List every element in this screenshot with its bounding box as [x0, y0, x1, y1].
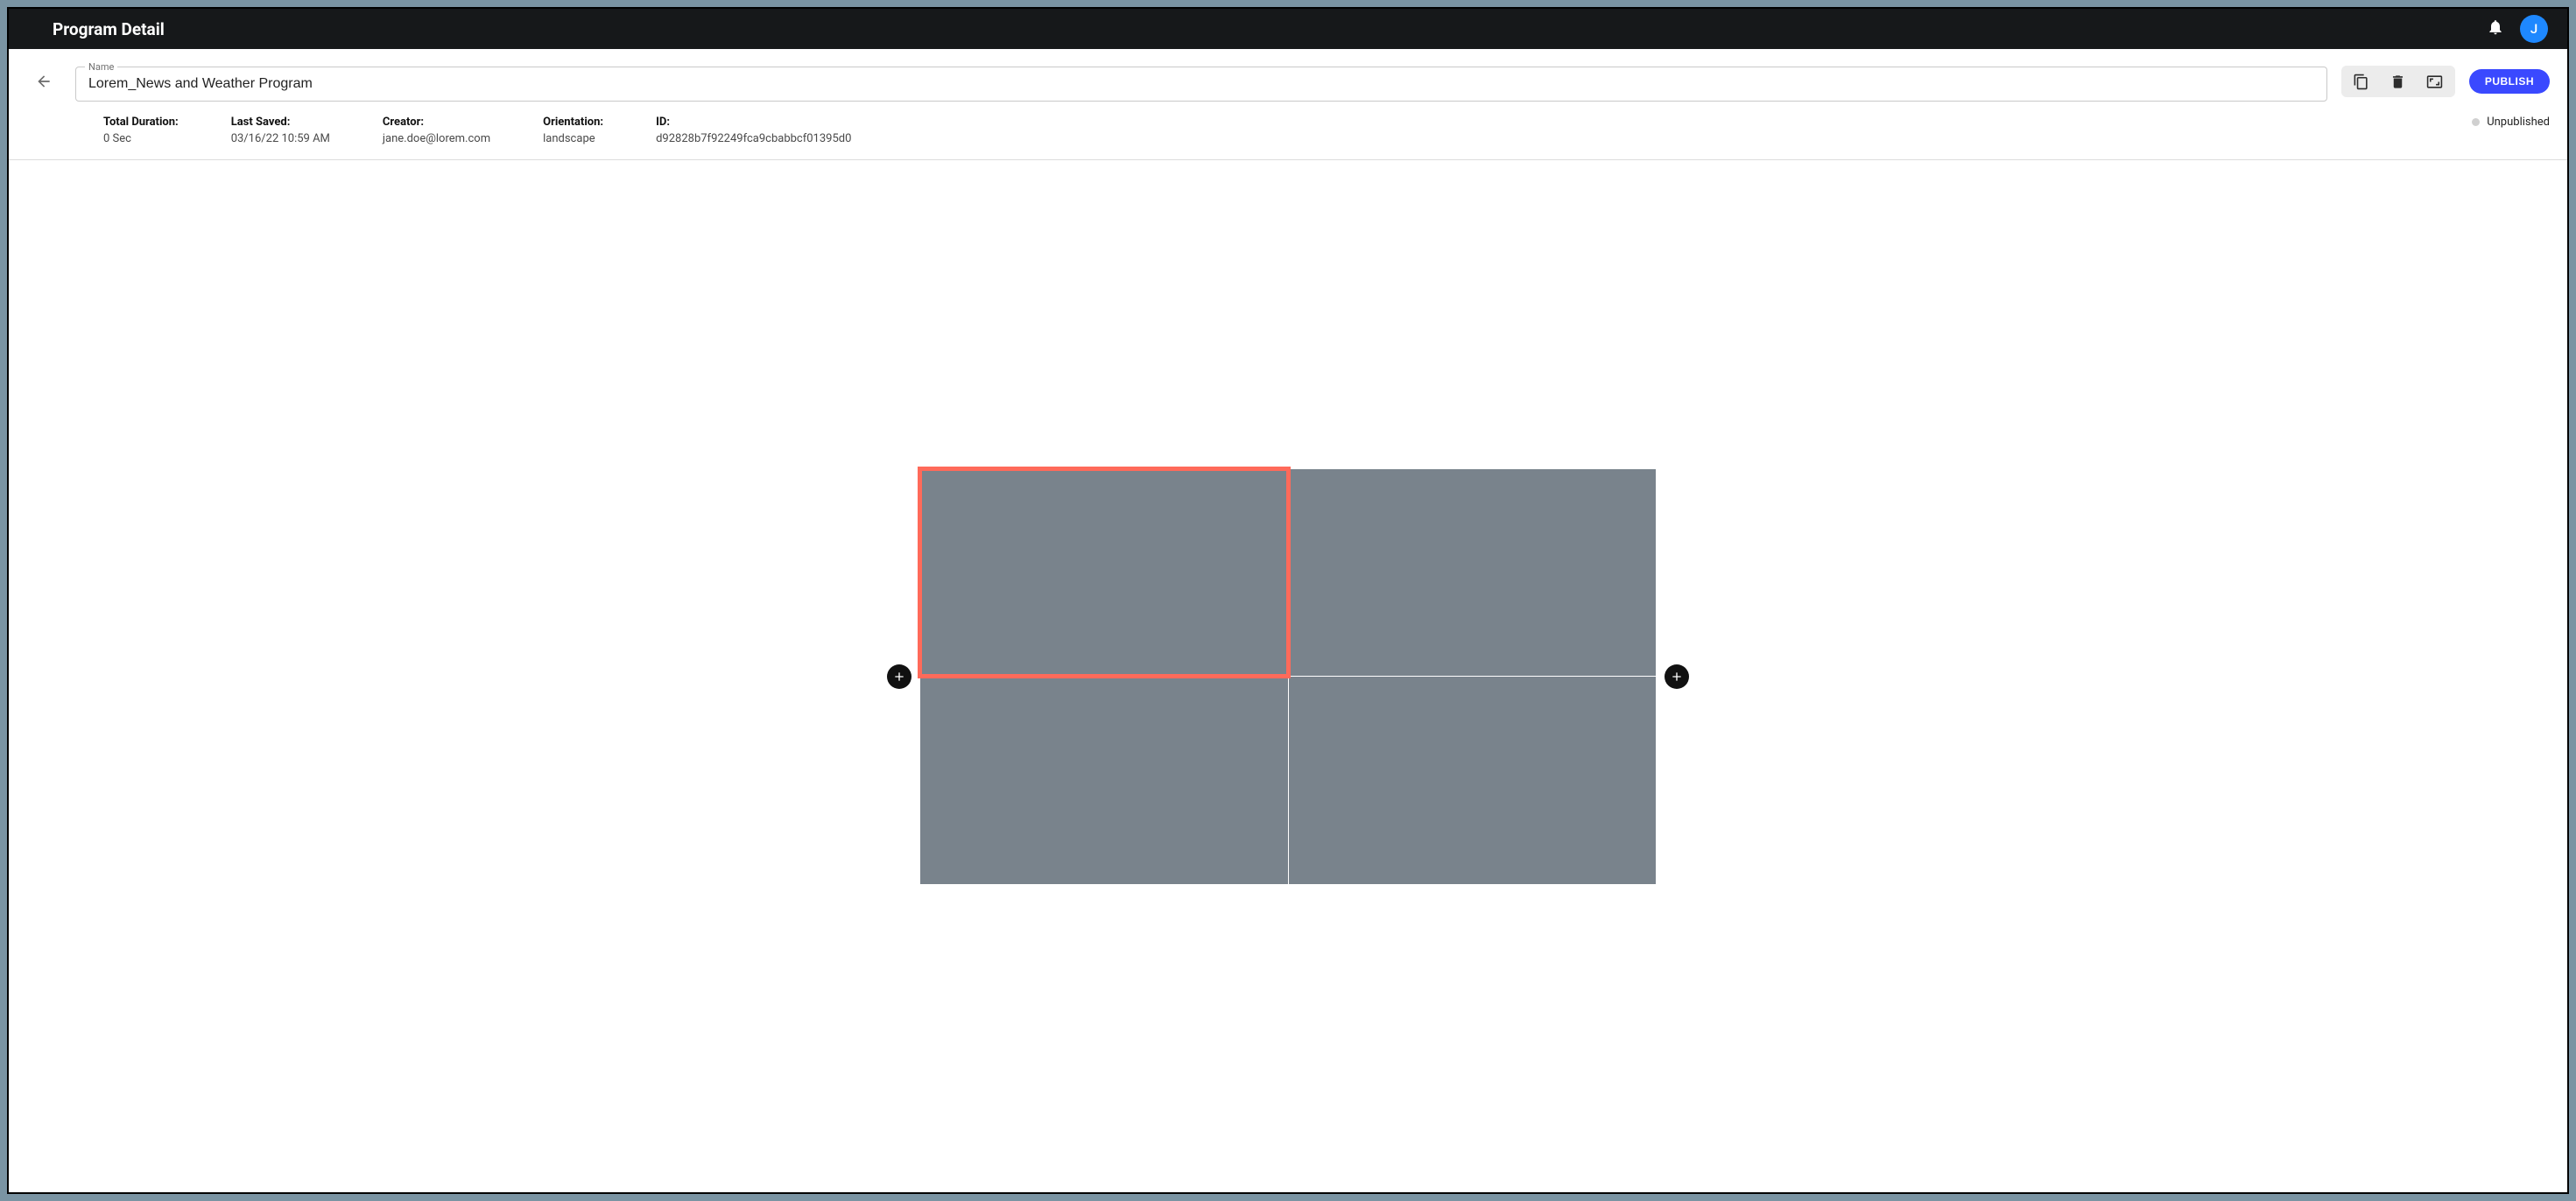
meta-label: Orientation:	[543, 116, 603, 129]
action-button-group	[2341, 66, 2455, 97]
avatar[interactable]: J	[2520, 15, 2548, 43]
aspect-ratio-button[interactable]	[2417, 67, 2453, 95]
status-dot-icon	[2472, 118, 2480, 126]
meta-value: d92828b7f92249fca9cbabbcf01395d0	[656, 132, 851, 145]
meta-value: 0 Sec	[103, 132, 179, 145]
add-right-button[interactable]	[1665, 664, 1689, 689]
publish-button[interactable]: PUBLISH	[2469, 69, 2550, 94]
app-window: Program Detail J Name	[7, 7, 2569, 1194]
notifications-icon[interactable]	[2487, 18, 2504, 39]
meta-last-saved: Last Saved: 03/16/22 10:59 AM	[231, 116, 330, 145]
page-title: Program Detail	[53, 19, 165, 39]
meta-label: ID:	[656, 116, 851, 129]
meta-total-duration: Total Duration: 0 Sec	[103, 116, 179, 145]
layout-grid	[920, 469, 1656, 884]
canvas-wrapper	[920, 469, 1656, 884]
meta-value: landscape	[543, 132, 603, 145]
name-input[interactable]	[76, 73, 2326, 101]
copy-button[interactable]	[2343, 67, 2380, 95]
meta-orientation: Orientation: landscape	[543, 116, 603, 145]
add-left-button[interactable]	[887, 664, 911, 689]
publish-status: Unpublished	[2472, 116, 2550, 129]
canvas-area	[9, 160, 2567, 1192]
meta-label: Last Saved:	[231, 116, 330, 129]
grid-cell-2[interactable]	[920, 677, 1288, 884]
name-field-label: Name	[85, 61, 117, 73]
back-button[interactable]	[26, 64, 61, 99]
grid-cell-1[interactable]	[1289, 469, 1657, 677]
metadata-row: Total Duration: 0 Sec Last Saved: 03/16/…	[9, 110, 2567, 160]
toolbar: Name PUBLISH	[9, 49, 2567, 110]
titlebar: Program Detail J	[9, 9, 2567, 49]
meta-label: Total Duration:	[103, 116, 179, 129]
meta-id: ID: d92828b7f92249fca9cbabbcf01395d0	[656, 116, 851, 145]
name-field-container: Name	[75, 61, 2327, 102]
meta-value: jane.doe@lorem.com	[383, 132, 490, 145]
meta-label: Creator:	[383, 116, 490, 129]
delete-button[interactable]	[2380, 67, 2417, 95]
grid-cell-0[interactable]	[920, 469, 1288, 677]
grid-cell-3[interactable]	[1289, 677, 1657, 884]
status-text: Unpublished	[2487, 116, 2550, 129]
meta-value: 03/16/22 10:59 AM	[231, 132, 330, 145]
meta-creator: Creator: jane.doe@lorem.com	[383, 116, 490, 145]
titlebar-actions: J	[2487, 15, 2548, 43]
